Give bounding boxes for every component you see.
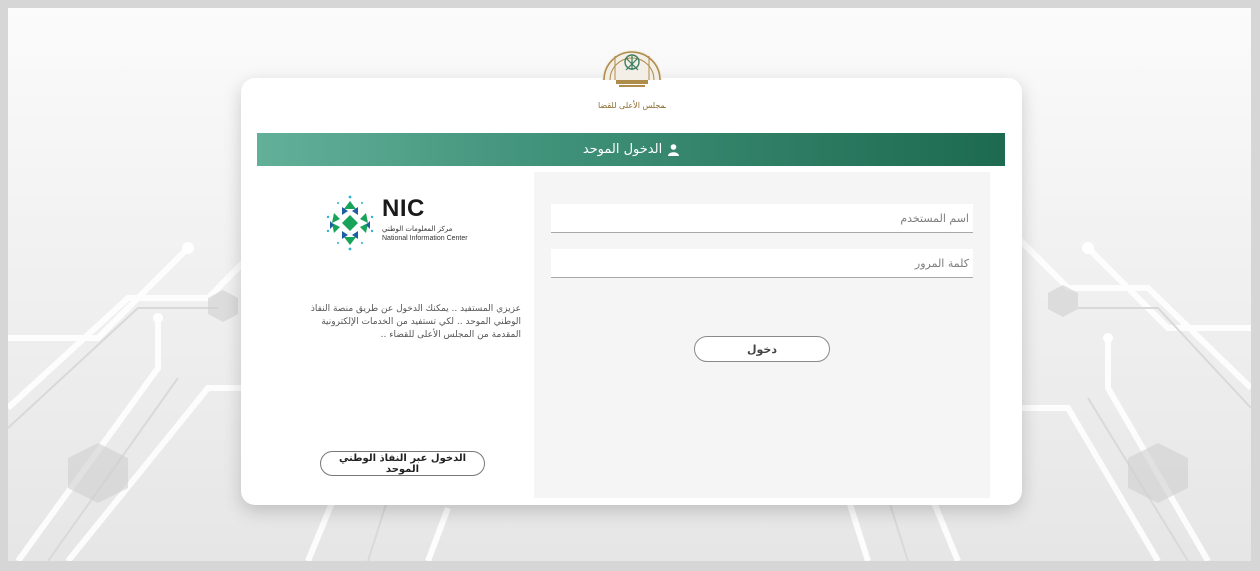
description-line: عزيزي المستفيد .. يمكنك الدخول عن طريق م… <box>310 304 521 314</box>
nic-english-name: National Information Center <box>382 235 468 242</box>
justice-emblem-icon: المجلس الأعلى للقضاء <box>598 50 666 110</box>
login-card: المجلس الأعلى للقضاء الدخول الموحد دخول <box>241 50 1022 505</box>
nic-logo: NIC مركز المعلومات الوطني National Infor… <box>326 195 486 251</box>
nafath-description: عزيزي المستفيد .. يمكنك الدخول عن طريق م… <box>275 303 521 342</box>
user-icon <box>668 143 680 156</box>
emblem-caption: المجلس الأعلى للقضاء <box>598 100 666 110</box>
nafath-login-button[interactable]: الدخول عبر النفاذ الوطني الموحد <box>320 451 485 476</box>
credentials-panel: دخول <box>534 172 990 498</box>
password-field[interactable] <box>551 249 973 278</box>
login-button[interactable]: دخول <box>694 336 830 362</box>
username-input[interactable] <box>551 204 973 232</box>
password-input[interactable] <box>551 249 973 277</box>
nic-title: NIC <box>382 195 425 222</box>
header-title: الدخول الموحد <box>582 142 663 157</box>
description-line: الوطني الموحد .. لكي تستفيد من الخدمات ا… <box>321 317 521 327</box>
unified-login-header: الدخول الموحد <box>257 133 1005 166</box>
nic-arabic-name: مركز المعلومات الوطني <box>382 225 453 233</box>
page-background: المجلس الأعلى للقضاء الدخول الموحد دخول <box>8 8 1251 561</box>
description-line: المقدمة من المجلس الأعلى للقضاء .. <box>380 330 521 340</box>
username-field[interactable] <box>551 204 973 233</box>
nic-logo-icon <box>326 195 374 251</box>
